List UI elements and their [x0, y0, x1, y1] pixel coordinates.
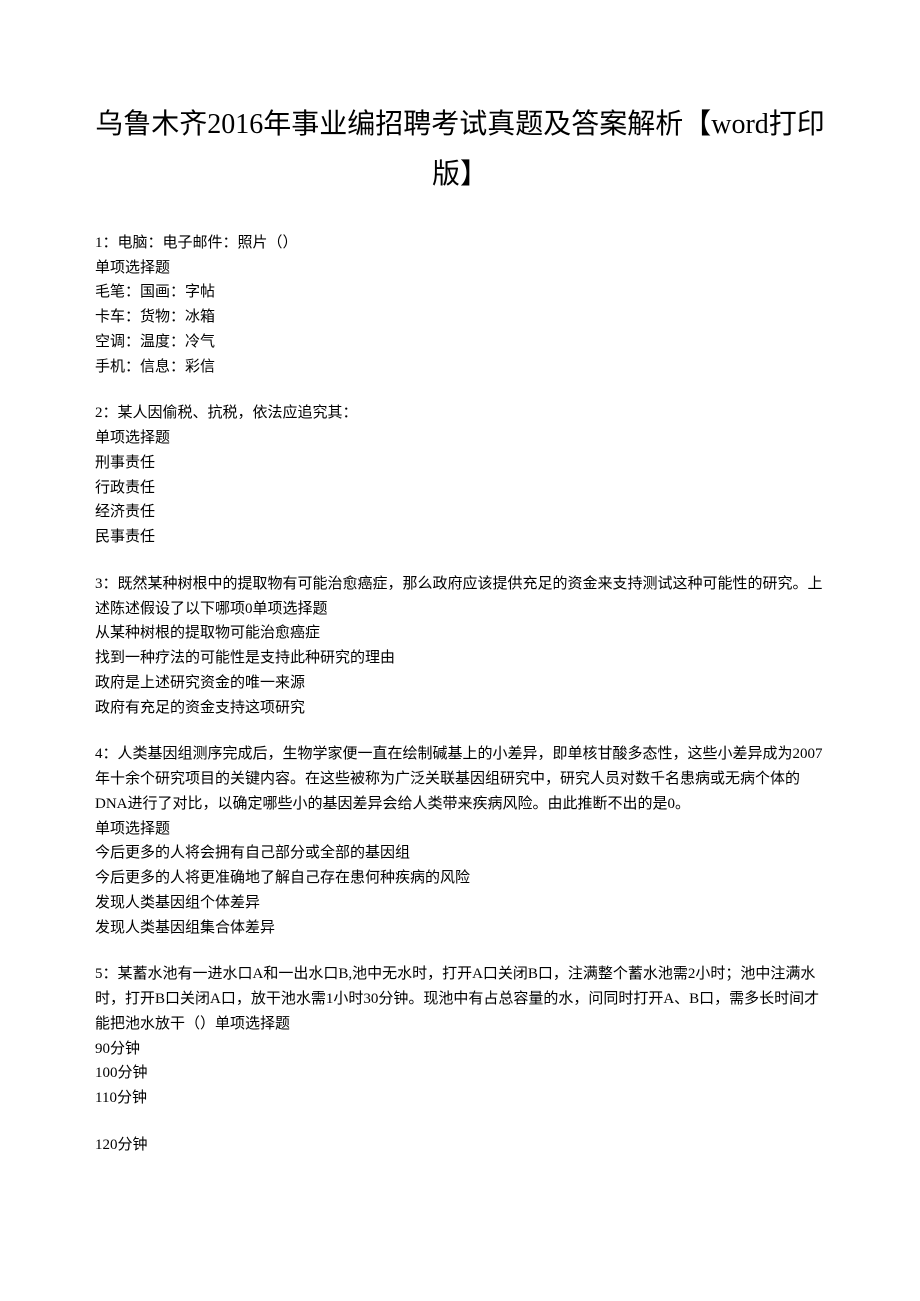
question-option: 120分钟 — [95, 1133, 825, 1158]
question-option: 卡车：货物：冰箱 — [95, 305, 825, 330]
question-option: 行政责任 — [95, 476, 825, 501]
question-stem: 3：既然某种树根中的提取物有可能治愈癌症，那么政府应该提供充足的资金来支持测试这… — [95, 572, 825, 622]
question-2: 2：某人因偷税、抗税，依法应追究其： 单项选择题 刑事责任 行政责任 经济责任 … — [95, 401, 825, 550]
question-4: 4：人类基因组测序完成后，生物学家便一直在绘制碱基上的小差异，即单核甘酸多态性，… — [95, 742, 825, 940]
document-page: 乌鲁木齐2016年事业编招聘考试真题及答案解析【word打印版】 1：电脑：电子… — [0, 0, 920, 1240]
question-option: 90分钟 — [95, 1037, 825, 1062]
question-stem: 4：人类基因组测序完成后，生物学家便一直在绘制碱基上的小差异，即单核甘酸多态性，… — [95, 742, 825, 816]
question-option: 找到一种疗法的可能性是支持此种研究的理由 — [95, 646, 825, 671]
question-1: 1：电脑：电子邮件：照片（） 单项选择题 毛笔：国画：字帖 卡车：货物：冰箱 空… — [95, 231, 825, 380]
question-option: 发现人类基因组个体差异 — [95, 891, 825, 916]
question-option: 毛笔：国画：字帖 — [95, 280, 825, 305]
question-option: 政府有充足的资金支持这项研究 — [95, 696, 825, 721]
question-option: 今后更多的人将更准确地了解自己存在患何种疾病的风险 — [95, 866, 825, 891]
question-option: 经济责任 — [95, 500, 825, 525]
question-stem: 2：某人因偷税、抗税，依法应追究其： — [95, 401, 825, 426]
question-type: 单项选择题 — [95, 426, 825, 451]
question-option: 民事责任 — [95, 525, 825, 550]
question-option: 从某种树根的提取物可能治愈癌症 — [95, 621, 825, 646]
question-type: 单项选择题 — [95, 817, 825, 842]
question-5-continued: 120分钟 — [95, 1133, 825, 1158]
question-stem: 1：电脑：电子邮件：照片（） — [95, 231, 825, 256]
question-3: 3：既然某种树根中的提取物有可能治愈癌症，那么政府应该提供充足的资金来支持测试这… — [95, 572, 825, 721]
question-option: 刑事责任 — [95, 451, 825, 476]
question-option: 110分钟 — [95, 1086, 825, 1111]
question-option: 今后更多的人将会拥有自己部分或全部的基因组 — [95, 841, 825, 866]
question-option: 手机：信息：彩信 — [95, 355, 825, 380]
question-5: 5：某蓄水池有一进水口A和一出水口B,池中无水时，打开A口关闭B口，注满整个蓄水… — [95, 962, 825, 1111]
question-type: 单项选择题 — [95, 256, 825, 281]
document-title: 乌鲁木齐2016年事业编招聘考试真题及答案解析【word打印版】 — [95, 100, 825, 201]
question-stem: 5：某蓄水池有一进水口A和一出水口B,池中无水时，打开A口关闭B口，注满整个蓄水… — [95, 962, 825, 1036]
question-option: 政府是上述研究资金的唯一来源 — [95, 671, 825, 696]
question-option: 发现人类基因组集合体差异 — [95, 916, 825, 941]
question-option: 空调：温度：冷气 — [95, 330, 825, 355]
question-option: 100分钟 — [95, 1061, 825, 1086]
